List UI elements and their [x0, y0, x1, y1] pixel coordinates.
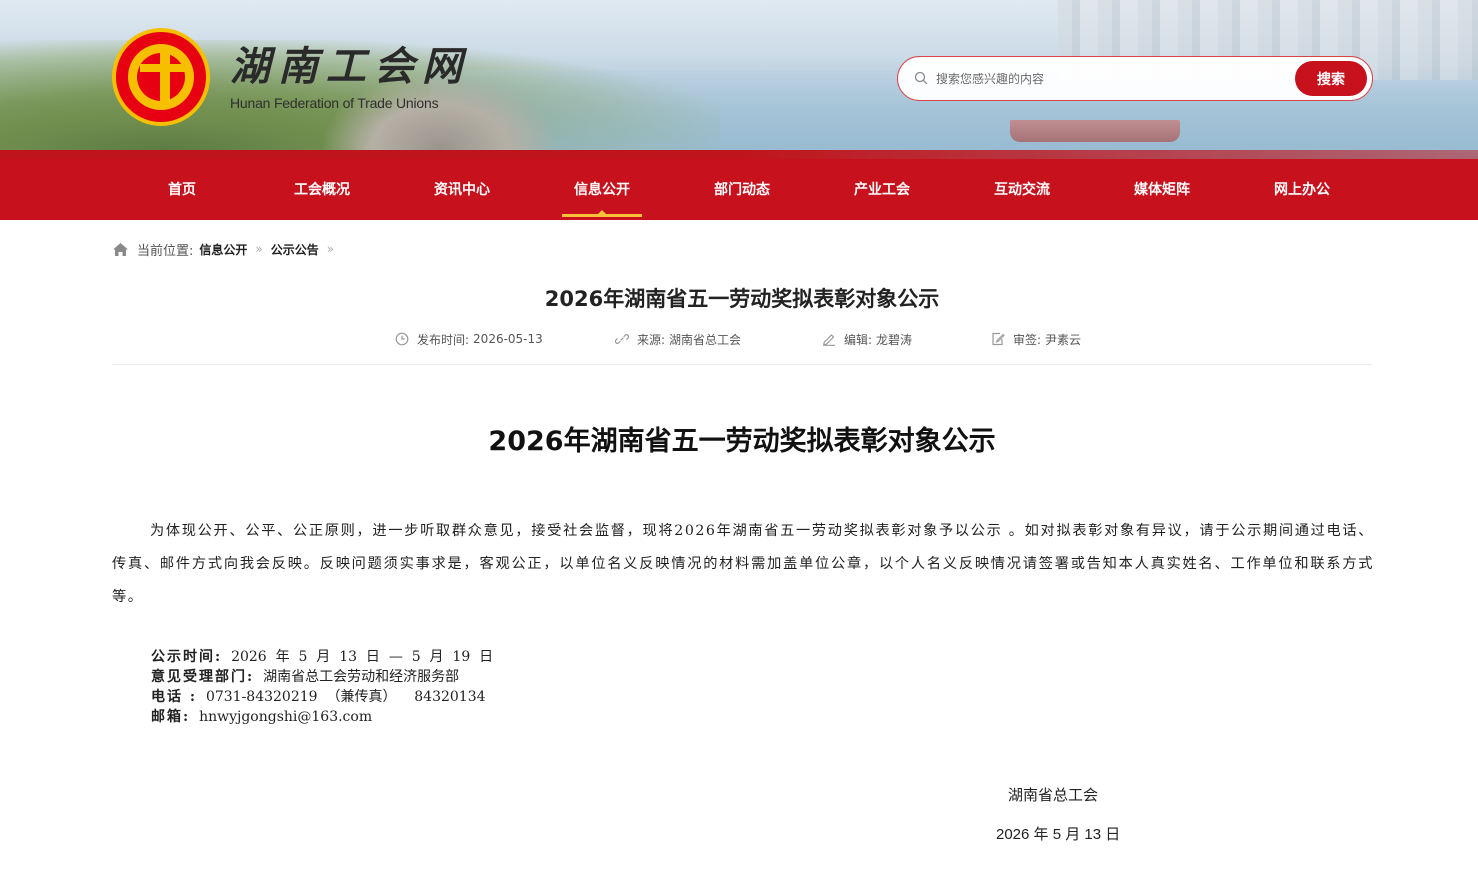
nav-item-online-office[interactable]: 网上办公	[1232, 159, 1372, 220]
info-row-email: 邮箱: hnwyjgongshi@163.com	[151, 709, 373, 725]
signature-date: 2026 年 5 月 13 日	[996, 826, 1121, 843]
breadcrumb-separator-icon: »	[326, 242, 335, 256]
article-meta: 发布时间: 2026-05-13 来源: 湖南省总工会 编辑: 龙碧涛 审签: …	[112, 328, 1372, 350]
banner-boat	[1010, 120, 1180, 142]
nav-item-departments[interactable]: 部门动态	[672, 159, 812, 220]
nav-item-label: 信息公开	[574, 182, 630, 198]
meta-editor: 编辑: 龙碧涛	[822, 328, 912, 350]
search-box: 搜索	[897, 56, 1373, 101]
link-icon	[615, 334, 629, 344]
site-name-en: Hunan Federation of Trade Unions	[230, 95, 439, 111]
search-button[interactable]: 搜索	[1295, 61, 1367, 96]
info-row-department: 意见受理部门: 湖南省总工会劳动和经济服务部	[151, 669, 460, 685]
main-nav: 首页 工会概况 资讯中心 信息公开 部门动态 产业工会 互动交流 媒体矩阵 网上…	[0, 159, 1478, 220]
contact-info: 公示时间: 2026 年 5 月 13 日 — 5 月 19 日 意见受理部门:…	[151, 647, 493, 727]
nav-item-news[interactable]: 资讯中心	[392, 159, 532, 220]
site-name-cn: 湖南工会网	[230, 43, 470, 90]
breadcrumb-separator-icon: »	[255, 242, 263, 256]
pencil-icon	[823, 334, 835, 346]
nav-item-home[interactable]: 首页	[112, 159, 252, 220]
meta-source: 来源: 湖南省总工会	[615, 328, 741, 350]
nav-item-industry-unions[interactable]: 产业工会	[812, 159, 952, 220]
nav-item-info-disclosure[interactable]: 信息公开	[532, 159, 672, 220]
meta-reviewer: 审签: 尹素云	[991, 328, 1081, 350]
trade-union-emblem-icon	[112, 28, 210, 126]
caret-up-icon	[598, 210, 606, 214]
divider	[112, 364, 1372, 365]
breadcrumb-link-info-disclosure[interactable]: 信息公开	[199, 241, 247, 258]
breadcrumb-label: 当前位置:	[137, 243, 194, 259]
nav-item-media[interactable]: 媒体矩阵	[1092, 159, 1232, 220]
info-row-phone: 电话 : 0731-84320219 （兼传真） 84320134	[151, 689, 486, 705]
search-input[interactable]	[936, 67, 1286, 91]
body-paragraph: 为体现公开、公平、公正原则，进一步听取群众意见，接受社会监督，现将2026年湖南…	[112, 523, 1374, 605]
search-icon	[914, 71, 928, 85]
nav-item-overview[interactable]: 工会概况	[252, 159, 392, 220]
body-title: 2026年湖南省五一劳动奖拟表彰对象公示	[488, 426, 996, 457]
nav-item-interaction[interactable]: 互动交流	[952, 159, 1092, 220]
active-underline	[562, 214, 642, 217]
clock-icon	[395, 332, 409, 346]
site-logo[interactable]: 湖南工会网 Hunan Federation of Trade Unions	[112, 28, 470, 126]
breadcrumb-link-announcements[interactable]: 公示公告	[271, 241, 319, 258]
logo-text: 湖南工会网 Hunan Federation of Trade Unions	[230, 43, 470, 111]
signature-org: 湖南省总工会	[1008, 787, 1099, 804]
home-icon	[113, 242, 128, 256]
info-row-period: 公示时间: 2026 年 5 月 13 日 — 5 月 19 日	[151, 649, 494, 665]
edit-document-icon	[992, 332, 1005, 346]
meta-publish-time: 发布时间: 2026-05-13	[395, 328, 543, 350]
breadcrumb: 当前位置: 信息公开 » 公示公告 »	[112, 238, 342, 260]
article-title: 2026年湖南省五一劳动奖拟表彰对象公示	[544, 287, 940, 311]
